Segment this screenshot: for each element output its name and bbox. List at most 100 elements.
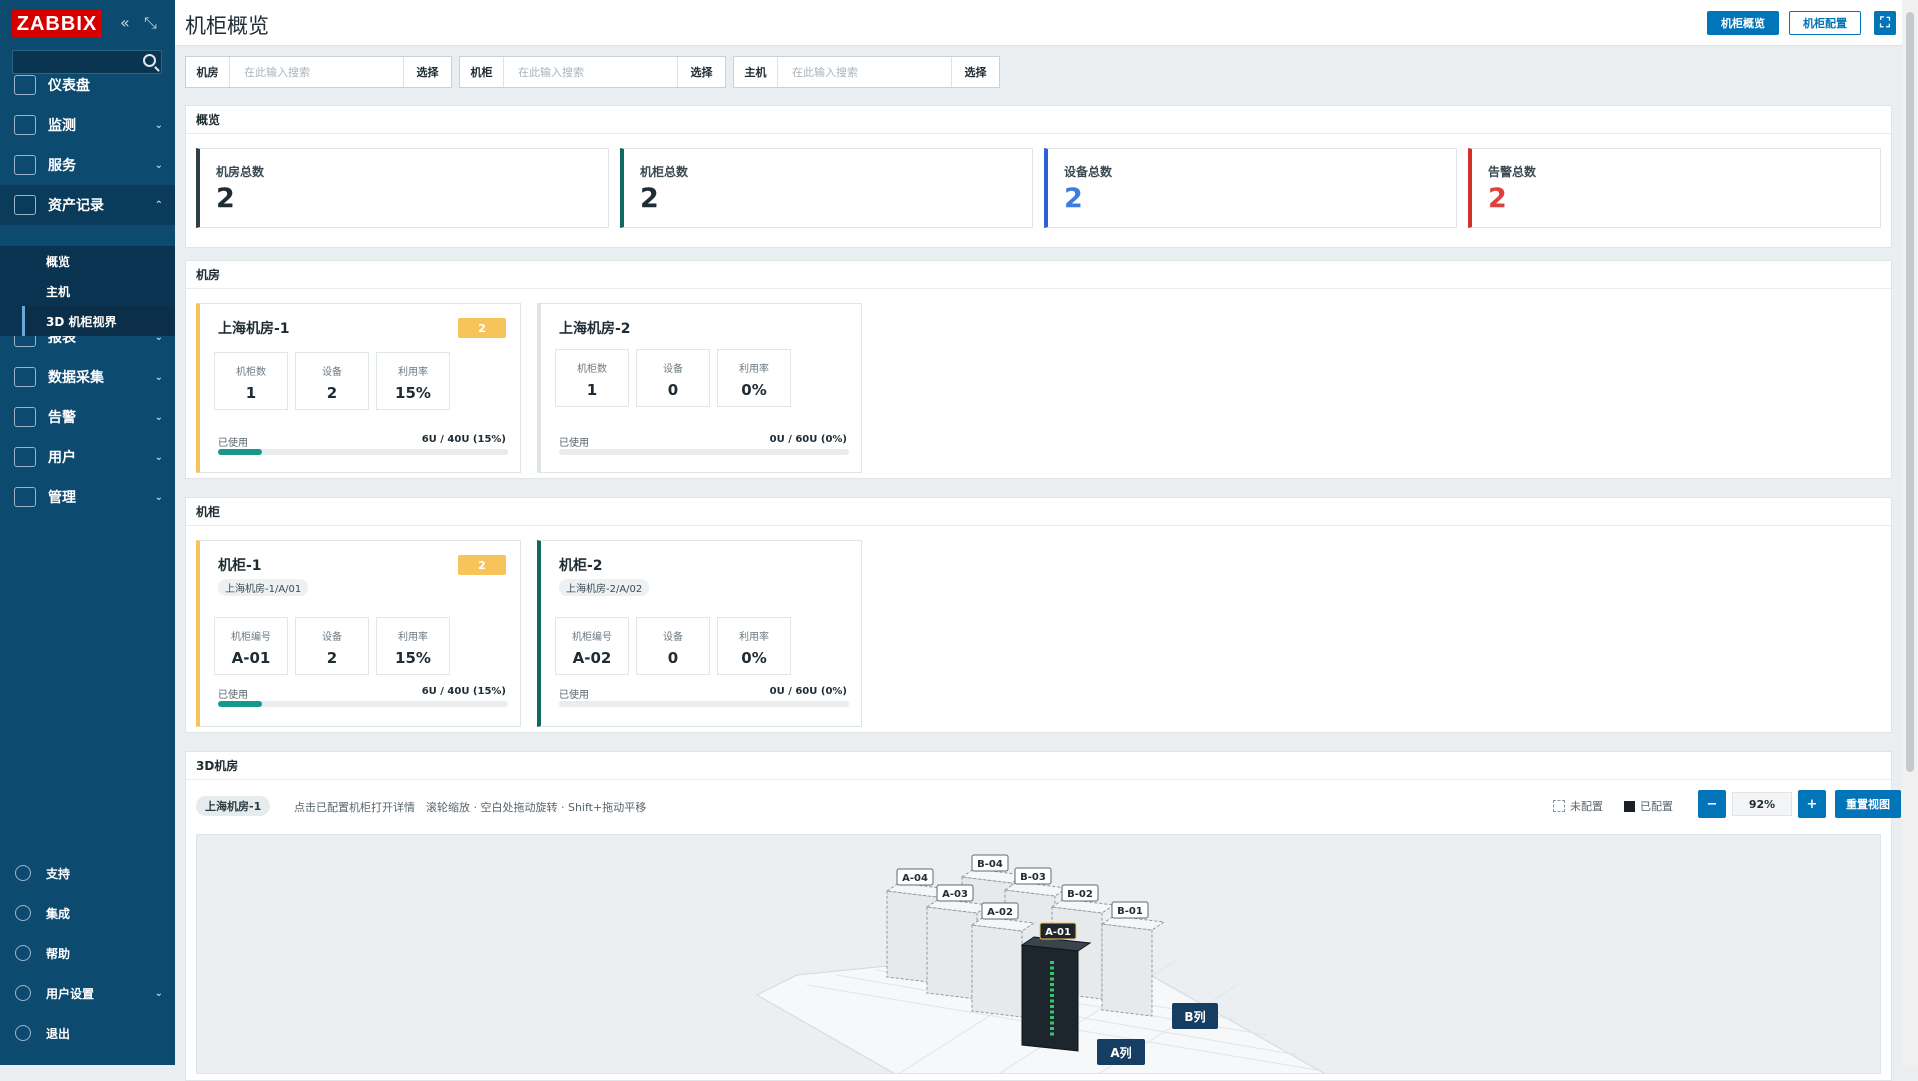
usage-value: 0U / 60U (0%)	[769, 686, 847, 697]
sidebar-item-label: 退出	[46, 1026, 71, 1041]
scrollbar-thumb[interactable]	[1906, 12, 1914, 772]
metric-box: 机柜编号 A-02	[555, 617, 629, 675]
3d-room-scene[interactable]: B-04 A-04 B-03 A-03 B-02 A-02 B-01 A-01 A列 B列	[197, 835, 1881, 1074]
section-title: 机柜	[186, 498, 1891, 526]
filter-label: 机房	[186, 57, 230, 87]
rack-led	[1050, 999, 1054, 1003]
sidebar-item-integrations[interactable]: 集成	[0, 893, 175, 933]
sidebar-item-label: 支持	[46, 866, 71, 881]
metric-box: 设备 0	[636, 617, 710, 675]
filter-search-input[interactable]: 在此输入搜索	[230, 57, 403, 87]
rack-led	[1050, 1016, 1054, 1019]
monitoring-icon	[14, 115, 36, 135]
services-icon	[14, 155, 36, 175]
sidebar-item-label: 集成	[46, 906, 71, 921]
sidebar-item-users[interactable]: 用户 ⌄	[0, 437, 175, 477]
sidebar-item-user-settings[interactable]: 用户设置 ⌄	[0, 973, 175, 1013]
metric-box: 设备 2	[295, 352, 369, 410]
metric-label: 机柜数	[577, 364, 607, 375]
metric-label: 利用率	[398, 632, 428, 643]
stat-label: 设备总数	[1064, 165, 1113, 179]
metric-box: 利用率 0%	[717, 617, 791, 675]
rack-front-face	[971, 924, 1023, 1018]
3d-room-canvas[interactable]: B-04 A-04 B-03 A-03 B-02 A-02 B-01 A-01 A列 B列	[196, 834, 1881, 1074]
sidebar-item-support[interactable]: 支持	[0, 853, 175, 893]
usage-label: 已使用	[559, 690, 589, 701]
cabinet-card[interactable]: 机柜-2 上海机房-2/A/02 机柜编号 A-02 设备 0 利用率 0% 已使用 0U / 6…	[537, 540, 862, 727]
cabinet-card[interactable]: 机柜-1 2 上海机房-1/A/01 机柜编号 A-01 设备 2 利用率 15% 已使用 6U /…	[196, 540, 521, 727]
metric-value: 1	[586, 381, 598, 399]
filter-select-button[interactable]: 选择	[677, 57, 725, 87]
scene-hint: 点击已配置机柜打开详情 滚轮缩放 · 空白处拖动旋转 · Shift+拖动平移	[294, 801, 647, 814]
filter-group: 机房 在此输入搜索 选择	[185, 56, 452, 88]
filter-select-button[interactable]: 选择	[403, 57, 451, 87]
overview-section: 概览 机房总数 2 机柜总数 2 设备总数 2 告警总数 2	[185, 105, 1892, 248]
filter-select-button[interactable]: 选择	[951, 57, 999, 87]
filter-search-input[interactable]: 在此输入搜索	[778, 57, 951, 87]
sidebar-item-dashboard[interactable]: 仪表盘	[0, 65, 175, 105]
submenu-item-hosts[interactable]: 主机	[22, 276, 175, 306]
section-title: 3D机房	[186, 752, 1891, 780]
administration-icon	[14, 487, 36, 507]
reset-view-button[interactable]: 重置视图	[1835, 790, 1901, 818]
room-card[interactable]: 上海机房-1 2 机柜数 1 设备 2 利用率 15% 已使用 6U / 40U (15%)	[196, 303, 521, 473]
sidebar-item-help[interactable]: 帮助	[0, 933, 175, 973]
stat-card: 告警总数 2	[1468, 148, 1881, 228]
filter-search-input[interactable]: 在此输入搜索	[504, 57, 677, 87]
filter-label: 机柜	[460, 57, 504, 87]
sidebar-item-inventory[interactable]: 资产记录 ⌃	[0, 185, 175, 225]
usage-label: 已使用	[218, 438, 248, 449]
metric-box: 设备 2	[295, 617, 369, 675]
zabbix-logo[interactable]: ZABBIX	[12, 10, 102, 38]
metric-label: 利用率	[398, 367, 428, 378]
stat-card: 机房总数 2	[196, 148, 609, 228]
zoom-in-button[interactable]: +	[1798, 790, 1826, 818]
usage-progress-bar	[559, 449, 849, 455]
sidebar-item-services[interactable]: 服务 ⌄	[0, 145, 175, 185]
metric-label: 机柜编号	[572, 632, 612, 643]
fullscreen-icon[interactable]: ⛶	[1874, 11, 1896, 35]
scene3d-section: 3D机房 上海机房-1 点击已配置机柜打开详情 滚轮缩放 · 空白处拖动旋转 ·…	[185, 751, 1901, 1081]
rack-config-button[interactable]: 机柜配置	[1789, 11, 1861, 35]
metric-value: 1	[245, 384, 257, 402]
page-scrollbar[interactable]	[1902, 0, 1918, 1065]
sidebar-item-label: 管理	[48, 490, 76, 506]
room-card[interactable]: 上海机房-2 机柜数 1 设备 0 利用率 0% 已使用 0U / 60U (0%)	[537, 303, 862, 473]
room-selector-pill[interactable]: 上海机房-1	[196, 796, 271, 816]
cabinets-section: 机柜 机柜-1 2 上海机房-1/A/01 机柜编号 A-01 设备 2 利用率 15% 已使用 6…	[185, 497, 1892, 733]
row-b-label-text: B列	[1184, 1009, 1205, 1024]
sidebar-item-data-collection[interactable]: 数据采集 ⌄	[0, 357, 175, 397]
sidebar-item-label: 数据采集	[48, 370, 104, 386]
metric-value: 0%	[741, 649, 767, 667]
submenu-item-overview[interactable]: 概览	[22, 246, 175, 276]
rack-label: A-04	[902, 873, 928, 884]
usage-value: 0U / 60U (0%)	[769, 434, 847, 445]
metric-label: 设备	[663, 632, 683, 643]
usage-progress-fill	[218, 701, 262, 707]
rack-led	[1050, 966, 1054, 970]
kiosk-mode-icon[interactable]: ⤡	[144, 13, 157, 33]
sidebar-item-sign-out[interactable]: 退出	[0, 1013, 175, 1053]
submenu-item-3d-rack-view[interactable]: 3D 机柜视界	[22, 306, 175, 336]
chevron-icon: ⌄	[154, 159, 163, 171]
collapse-sidebar-icon[interactable]: «	[120, 13, 130, 32]
metric-value: 0	[667, 381, 679, 399]
stat-value: 2	[640, 183, 659, 214]
sidebar-item-label: 帮助	[46, 946, 71, 961]
chevron-icon: ⌄	[154, 451, 163, 463]
chevron-icon: ⌄	[154, 987, 163, 999]
chevron-icon: ⌄	[154, 371, 163, 383]
sidebar-item-alerts[interactable]: 告警 ⌄	[0, 397, 175, 437]
chevron-icon: ⌃	[154, 199, 163, 211]
sidebar-item-administration[interactable]: 管理 ⌄	[0, 477, 175, 517]
metric-box: 利用率 15%	[376, 617, 450, 675]
card-title: 机柜-2	[559, 558, 603, 574]
row-a-label: A列	[1097, 1039, 1145, 1065]
sidebar-item-monitoring[interactable]: 监测 ⌄	[0, 105, 175, 145]
sign-out-icon	[15, 1025, 31, 1041]
zoom-out-button[interactable]: −	[1698, 790, 1726, 818]
filter-group: 主机 在此输入搜索 选择	[733, 56, 1000, 88]
support-icon	[15, 865, 31, 881]
rack-overview-button[interactable]: 机柜概览	[1707, 11, 1779, 35]
metric-value: 2	[326, 384, 338, 402]
